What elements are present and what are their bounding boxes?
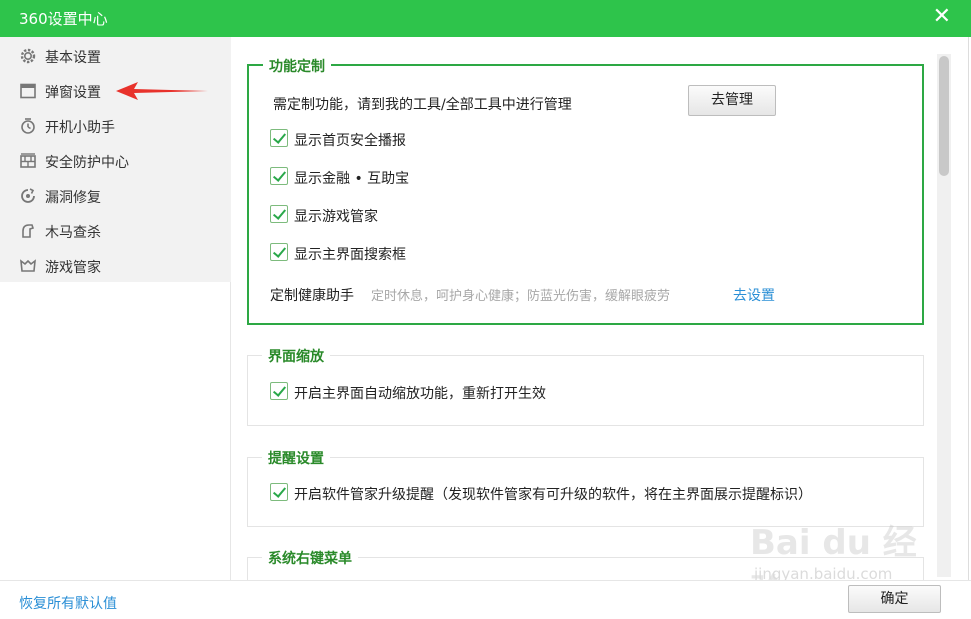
gear-icon (20, 48, 36, 64)
checkbox-home-security-broadcast[interactable] (270, 129, 288, 147)
annotation-arrow-icon (116, 82, 208, 100)
sidebar-item-trojan-scan[interactable]: 木马查杀 (0, 214, 231, 249)
sidebar-item-security-center[interactable]: 安全防护中心 (0, 144, 231, 179)
sidebar-item-game-manager[interactable]: 游戏管家 (0, 249, 231, 284)
sidebar-item-label: 木马查杀 (45, 225, 101, 241)
checkbox-label: 显示首页安全播报 (294, 133, 406, 149)
section-title: 系统右键菜单 (262, 548, 358, 568)
health-assistant-label: 定制健康助手 (270, 288, 354, 304)
checkbox-label: 显示金融 • 互助宝 (294, 171, 410, 187)
window-icon (20, 83, 36, 99)
ok-button[interactable]: 确定 (848, 585, 941, 613)
sidebar-item-label: 安全防护中心 (45, 155, 129, 171)
health-assistant-description: 定时休息，呵护身心健康；防蓝光伤害，缓解眼疲劳 (371, 289, 671, 304)
checkbox-label: 显示主界面搜索框 (294, 247, 406, 263)
checkbox-label: 开启软件管家升级提醒（发现软件管家有可升级的软件，将在主界面展示提醒标识） (294, 487, 812, 503)
close-icon[interactable]: ✕ (933, 4, 951, 30)
custom-note: 需定制功能，请到我的工具/全部工具中进行管理 (273, 97, 572, 113)
checkbox-search-box[interactable] (270, 243, 288, 261)
checkbox-auto-zoom[interactable] (270, 382, 288, 400)
sidebar: 基本设置 弹窗设置 开机小助手 安全防护中心 漏洞修复 木马查杀 游戏管家 (0, 37, 231, 282)
startup-icon (21, 118, 35, 134)
health-settings-link[interactable]: 去设置 (733, 285, 775, 305)
window-edge-divider (968, 37, 969, 580)
title-bar: 360设置中心 ✕ (0, 0, 971, 37)
shield-icon (20, 153, 36, 168)
sidebar-empty-area (0, 282, 231, 580)
sidebar-item-basic-settings[interactable]: 基本设置 (0, 39, 231, 74)
restore-defaults-link[interactable]: 恢复所有默认值 (19, 593, 117, 613)
sidebar-item-label: 漏洞修复 (45, 190, 101, 206)
manage-button[interactable]: 去管理 (688, 85, 776, 116)
checkbox-finance[interactable] (270, 167, 288, 185)
bottom-bar (0, 580, 971, 619)
sidebar-item-vulnerability-fix[interactable]: 漏洞修复 (0, 179, 231, 214)
checkbox-label: 开启主界面自动缩放功能，重新打开生效 (294, 386, 546, 402)
section-title: 功能定制 (263, 56, 331, 76)
sidebar-item-startup-helper[interactable]: 开机小助手 (0, 109, 231, 144)
checkbox-game-manager[interactable] (270, 205, 288, 223)
checkbox-label: 显示游戏管家 (294, 209, 378, 225)
sidebar-item-label: 游戏管家 (45, 260, 101, 276)
sidebar-item-label: 开机小助手 (45, 120, 115, 136)
window-title: 360设置中心 (19, 10, 108, 28)
section-title: 界面缩放 (262, 346, 330, 366)
repair-icon (21, 188, 35, 203)
trojan-icon (22, 224, 35, 238)
sidebar-item-label: 弹窗设置 (45, 85, 101, 101)
section-title: 提醒设置 (262, 448, 330, 468)
sidebar-item-label: 基本设置 (45, 50, 101, 66)
scrollbar-thumb[interactable] (939, 56, 949, 176)
game-icon (20, 259, 36, 272)
checkbox-upgrade-reminder[interactable] (270, 483, 288, 501)
